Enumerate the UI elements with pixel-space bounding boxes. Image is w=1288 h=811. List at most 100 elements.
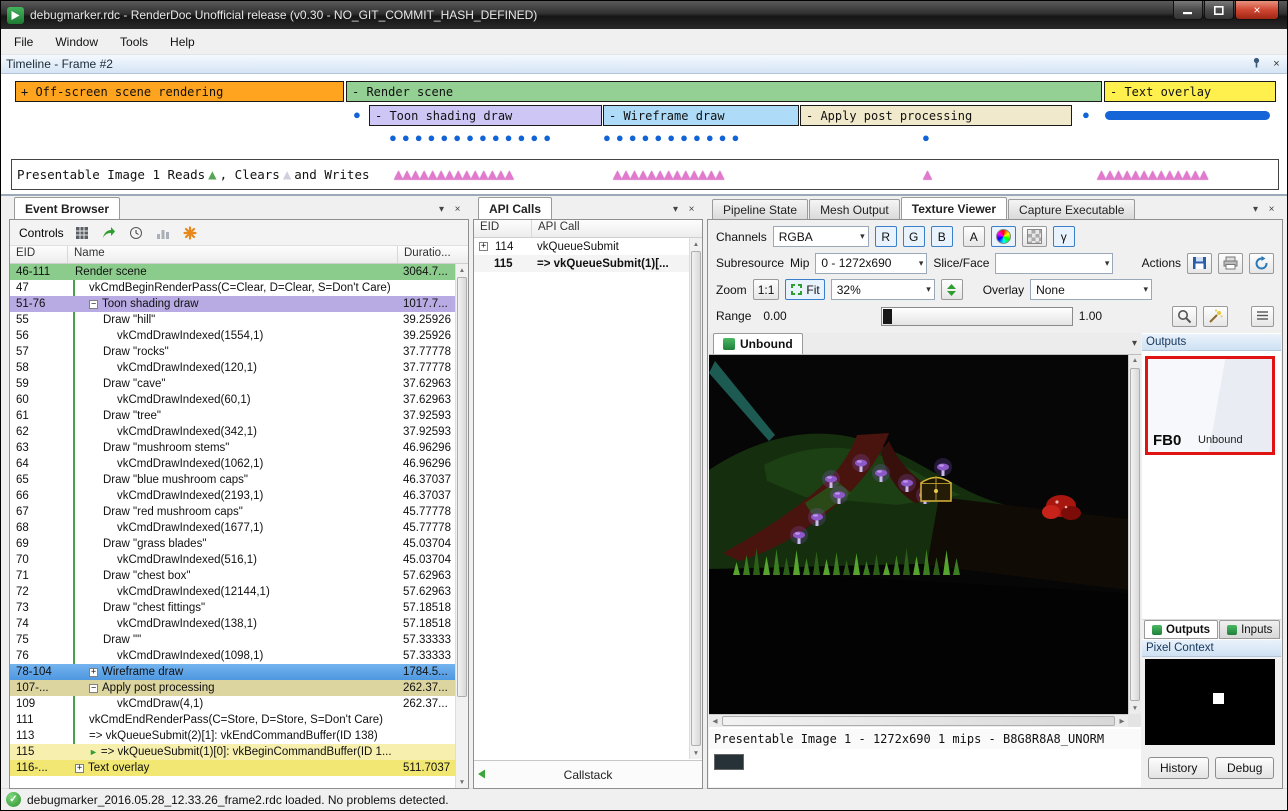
debug-button[interactable]: Debug xyxy=(1215,757,1274,779)
blue-channel-button[interactable]: B xyxy=(931,226,953,247)
tab-outputs[interactable]: Outputs xyxy=(1144,620,1218,639)
flip-y-button[interactable] xyxy=(941,279,963,300)
stats-icon[interactable] xyxy=(154,224,172,242)
table-row[interactable]: 115►=> vkQueueSubmit(1)[0]: vkBeginComma… xyxy=(10,744,455,760)
pane-menu-icon[interactable]: ▾ xyxy=(1248,204,1263,215)
col-api-call[interactable]: API Call xyxy=(532,220,702,237)
pixel-context-view[interactable] xyxy=(1145,659,1275,745)
pane-close-icon[interactable]: × xyxy=(1264,204,1279,215)
red-channel-button[interactable]: R xyxy=(875,226,897,247)
expander-icon[interactable]: + xyxy=(89,668,98,677)
splitter-grip-icon[interactable] xyxy=(477,766,487,785)
table-row[interactable]: 66vkCmdDrawIndexed(2193,1)46.37037 xyxy=(10,488,455,504)
slice-face-select[interactable] xyxy=(995,253,1113,274)
table-row[interactable]: 57Draw "rocks"37.77778 xyxy=(10,344,455,360)
scroll-thumb[interactable] xyxy=(1130,368,1140,701)
tab-pipeline-state[interactable]: Pipeline State xyxy=(712,199,808,219)
scroll-down-icon[interactable]: ▼ xyxy=(690,747,702,759)
event-browser-scrollbar[interactable]: ▲ ▼ xyxy=(455,264,468,788)
filter-icon[interactable] xyxy=(73,224,91,242)
export-button[interactable] xyxy=(1218,253,1243,274)
texture-viewport[interactable]: ▲ ▼ ◀ ▶ xyxy=(709,355,1141,727)
checkerboard-button[interactable] xyxy=(1022,226,1047,247)
table-row[interactable]: 78-104+Wireframe draw1784.5... xyxy=(10,664,455,680)
expander-icon[interactable]: − xyxy=(89,684,98,693)
colorwheel-button[interactable] xyxy=(991,226,1016,247)
alpha-channel-button[interactable]: A xyxy=(963,226,985,247)
zoom-select[interactable]: 32% xyxy=(831,279,935,300)
table-row[interactable]: 69Draw "grass blades"45.03704 xyxy=(10,536,455,552)
table-row[interactable]: 68vkCmdDrawIndexed(1677,1)45.77778 xyxy=(10,520,455,536)
table-row[interactable]: 51-76−Toon shading draw1017.7... xyxy=(10,296,455,312)
menu-tools[interactable]: Tools xyxy=(109,30,159,54)
col-eid[interactable]: EID xyxy=(474,220,532,237)
autofit-button[interactable] xyxy=(1203,306,1228,327)
timeline-content[interactable]: Presentable Image 1 Reads ▲ , Clears ▲ a… xyxy=(1,74,1288,196)
scroll-right-icon[interactable]: ▶ xyxy=(1116,717,1128,725)
expander-icon[interactable]: − xyxy=(89,300,98,309)
menu-window[interactable]: Window xyxy=(44,30,109,54)
tab-mesh-output[interactable]: Mesh Output xyxy=(809,199,900,219)
table-row[interactable]: 67Draw "red mushroom caps"45.77778 xyxy=(10,504,455,520)
scroll-left-icon[interactable]: ◀ xyxy=(709,717,721,725)
range-slider-handle[interactable] xyxy=(883,309,892,324)
overlay-draws-bar[interactable] xyxy=(1105,111,1270,120)
texture-image[interactable] xyxy=(709,355,1128,715)
table-row[interactable]: 109vkCmdDraw(4,1)262.37... xyxy=(10,696,455,712)
tab-capture-executable[interactable]: Capture Executable xyxy=(1008,199,1135,219)
tab-inputs[interactable]: Inputs xyxy=(1219,620,1280,639)
tab-api-calls[interactable]: API Calls xyxy=(478,197,552,219)
texture-vscrollbar[interactable]: ▲ ▼ xyxy=(1128,355,1141,714)
table-row[interactable]: 75Draw ""57.33333 xyxy=(10,632,455,648)
col-duration[interactable]: Duratio... xyxy=(398,246,468,263)
tab-event-browser[interactable]: Event Browser xyxy=(14,197,120,219)
menu-help[interactable]: Help xyxy=(159,30,206,54)
pane-menu-icon[interactable]: ▾ xyxy=(668,204,683,215)
table-row[interactable]: 111vkCmdEndRenderPass(C=Store, D=Store, … xyxy=(10,712,455,728)
save-button[interactable] xyxy=(1187,253,1212,274)
table-row[interactable]: 60vkCmdDrawIndexed(60,1)37.62963 xyxy=(10,392,455,408)
overlay-select[interactable]: None xyxy=(1030,279,1152,300)
scroll-thumb[interactable] xyxy=(691,251,701,746)
timeline-marker[interactable]: - Render scene xyxy=(346,81,1102,102)
texture-hscrollbar[interactable]: ◀ ▶ xyxy=(709,714,1128,727)
maximize-button[interactable] xyxy=(1204,1,1234,20)
api-calls-scrollbar[interactable]: ▲ ▼ xyxy=(689,238,702,759)
table-row[interactable]: 76vkCmdDrawIndexed(1098,1)57.33333 xyxy=(10,648,455,664)
col-eid[interactable]: EID xyxy=(10,246,68,263)
pane-close-icon[interactable]: × xyxy=(450,204,465,215)
table-row[interactable]: 46-111Render scene3064.7... xyxy=(10,264,455,280)
scroll-up-icon[interactable]: ▲ xyxy=(456,264,468,276)
channels-select[interactable]: RGBA xyxy=(773,226,869,247)
gamma-button[interactable]: γ xyxy=(1053,226,1075,247)
table-row[interactable]: 113=> vkQueueSubmit(2)[1]: vkEndCommandB… xyxy=(10,728,455,744)
timeline-marker[interactable]: - Apply post processing xyxy=(800,105,1072,126)
zoom-fit-button[interactable]: Fit xyxy=(785,279,824,300)
table-row[interactable]: 71Draw "chest box"57.62963 xyxy=(10,568,455,584)
callstack-section[interactable]: Callstack xyxy=(474,760,702,788)
table-row[interactable]: 116-...+Text overlay511.7037 xyxy=(10,760,455,776)
history-button[interactable]: History xyxy=(1148,757,1209,779)
scroll-down-icon[interactable]: ▼ xyxy=(456,776,468,788)
scroll-up-icon[interactable]: ▲ xyxy=(1129,357,1141,364)
table-row[interactable]: 61Draw "tree"37.92593 xyxy=(10,408,455,424)
expander-icon[interactable]: + xyxy=(75,764,84,773)
range-slider[interactable] xyxy=(881,307,1073,326)
title-bar[interactable]: debugmarker.rdc - RenderDoc Unofficial r… xyxy=(1,1,1287,29)
table-row[interactable]: 55Draw "hill"39.25926 xyxy=(10,312,455,328)
write-triangles[interactable]: ▲ xyxy=(923,167,932,182)
write-triangles[interactable]: ▲▲▲▲▲▲▲▲▲▲▲▲▲▲ xyxy=(394,167,513,182)
tab-texture-unbound[interactable]: Unbound xyxy=(713,333,803,354)
mip-select[interactable]: 0 - 1272x690 xyxy=(815,253,927,274)
minimize-button[interactable] xyxy=(1173,1,1203,20)
scroll-thumb[interactable] xyxy=(457,277,467,697)
table-row[interactable]: 59Draw "cave"37.62963 xyxy=(10,376,455,392)
zoom-range-button[interactable] xyxy=(1172,306,1197,327)
draw-event-dots[interactable]: ●●●●●●●●●●●●● xyxy=(389,131,556,144)
timeline-marker[interactable]: - Text overlay xyxy=(1104,81,1276,102)
menu-file[interactable]: File xyxy=(3,30,44,54)
bookmark-icon[interactable] xyxy=(181,224,199,242)
table-row[interactable]: 47vkCmdBeginRenderPass(C=Clear, D=Clear,… xyxy=(10,280,455,296)
scroll-thumb[interactable] xyxy=(722,716,1115,726)
texture-list-dropdown-icon[interactable]: ▾ xyxy=(1132,338,1137,349)
